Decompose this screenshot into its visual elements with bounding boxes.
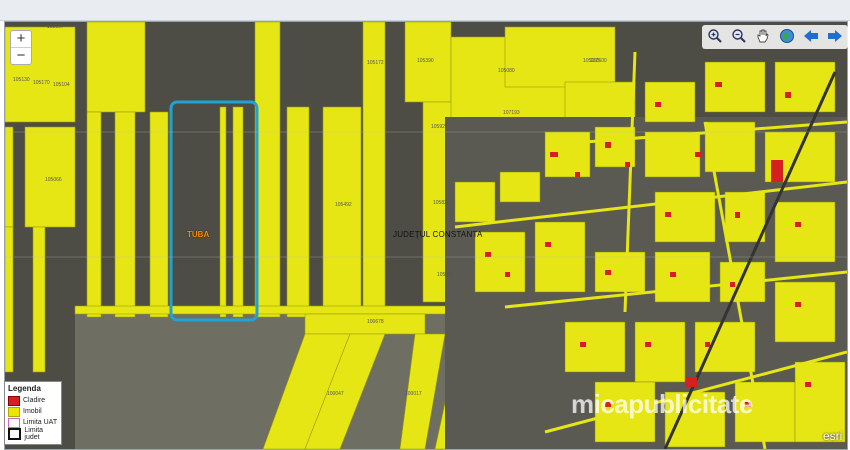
zoom-control: + − bbox=[10, 30, 32, 65]
legend-item: Imobil bbox=[8, 406, 58, 417]
parcel-number: 102597 bbox=[47, 24, 64, 30]
parcel-number: 105066 bbox=[45, 177, 62, 183]
legend-label: Limita UAT bbox=[23, 419, 58, 426]
parcel-number: 100047 bbox=[327, 391, 344, 397]
building-swatch-icon bbox=[8, 395, 20, 406]
attribution: esri bbox=[823, 429, 843, 443]
legend-label: Limita judet bbox=[24, 426, 44, 441]
forward-arrow-icon[interactable] bbox=[826, 27, 844, 45]
parcel-number: 105080 bbox=[498, 68, 515, 74]
back-arrow-icon[interactable] bbox=[802, 27, 820, 45]
map-viewer: 102597 105130 105170 105104 105172 10506… bbox=[0, 0, 850, 450]
legend-label: Imobil bbox=[23, 408, 42, 415]
legend-item: Limita judet bbox=[8, 426, 58, 441]
legend-label: Cladire bbox=[23, 397, 46, 404]
parcel-number: 105926 bbox=[431, 124, 448, 130]
parcel-number: 105172 bbox=[367, 60, 384, 66]
parcel-number: 105170 bbox=[33, 80, 50, 86]
zoom-in-button[interactable]: + bbox=[11, 31, 31, 47]
globe-icon[interactable] bbox=[778, 27, 796, 45]
zoom-out-button[interactable]: − bbox=[11, 47, 31, 64]
cadastral-map[interactable]: 102597 105130 105170 105104 105172 10506… bbox=[4, 21, 848, 450]
property-swatch-icon bbox=[8, 406, 20, 417]
zoom-in-icon[interactable] bbox=[706, 27, 724, 45]
parcel-number: 105492 bbox=[335, 202, 352, 208]
window-top-bar bbox=[0, 0, 850, 21]
parcel-number: 105821 bbox=[433, 200, 450, 206]
parcel-number: 100678 bbox=[367, 319, 384, 325]
parcel-number: 105130 bbox=[13, 77, 30, 83]
parcel-number: 105822 bbox=[437, 272, 454, 278]
watermark: micapublicitate bbox=[571, 389, 753, 419]
map-legend: Legenda Cladire Imobil Limita UAT Limita… bbox=[4, 381, 62, 445]
map-toolbar bbox=[702, 25, 848, 49]
legend-title: Legenda bbox=[8, 384, 41, 393]
parcel-number: 107193 bbox=[503, 110, 520, 116]
county-label: JUDEȚUL CONSTANTA bbox=[393, 230, 483, 239]
county-boundary-swatch-icon bbox=[8, 427, 22, 440]
pan-hand-icon[interactable] bbox=[754, 27, 772, 45]
parcel-number: 100017 bbox=[405, 391, 422, 397]
zoom-out-icon[interactable] bbox=[730, 27, 748, 45]
uat-boundary-swatch-icon bbox=[8, 417, 20, 428]
legend-item: Cladire bbox=[8, 395, 58, 406]
parcel-number: 105104 bbox=[53, 82, 70, 88]
parcel-number: 105390 bbox=[417, 58, 434, 64]
parcel-label-tuba: TUBA bbox=[187, 230, 210, 239]
parcel-number: 107600 bbox=[590, 58, 607, 64]
